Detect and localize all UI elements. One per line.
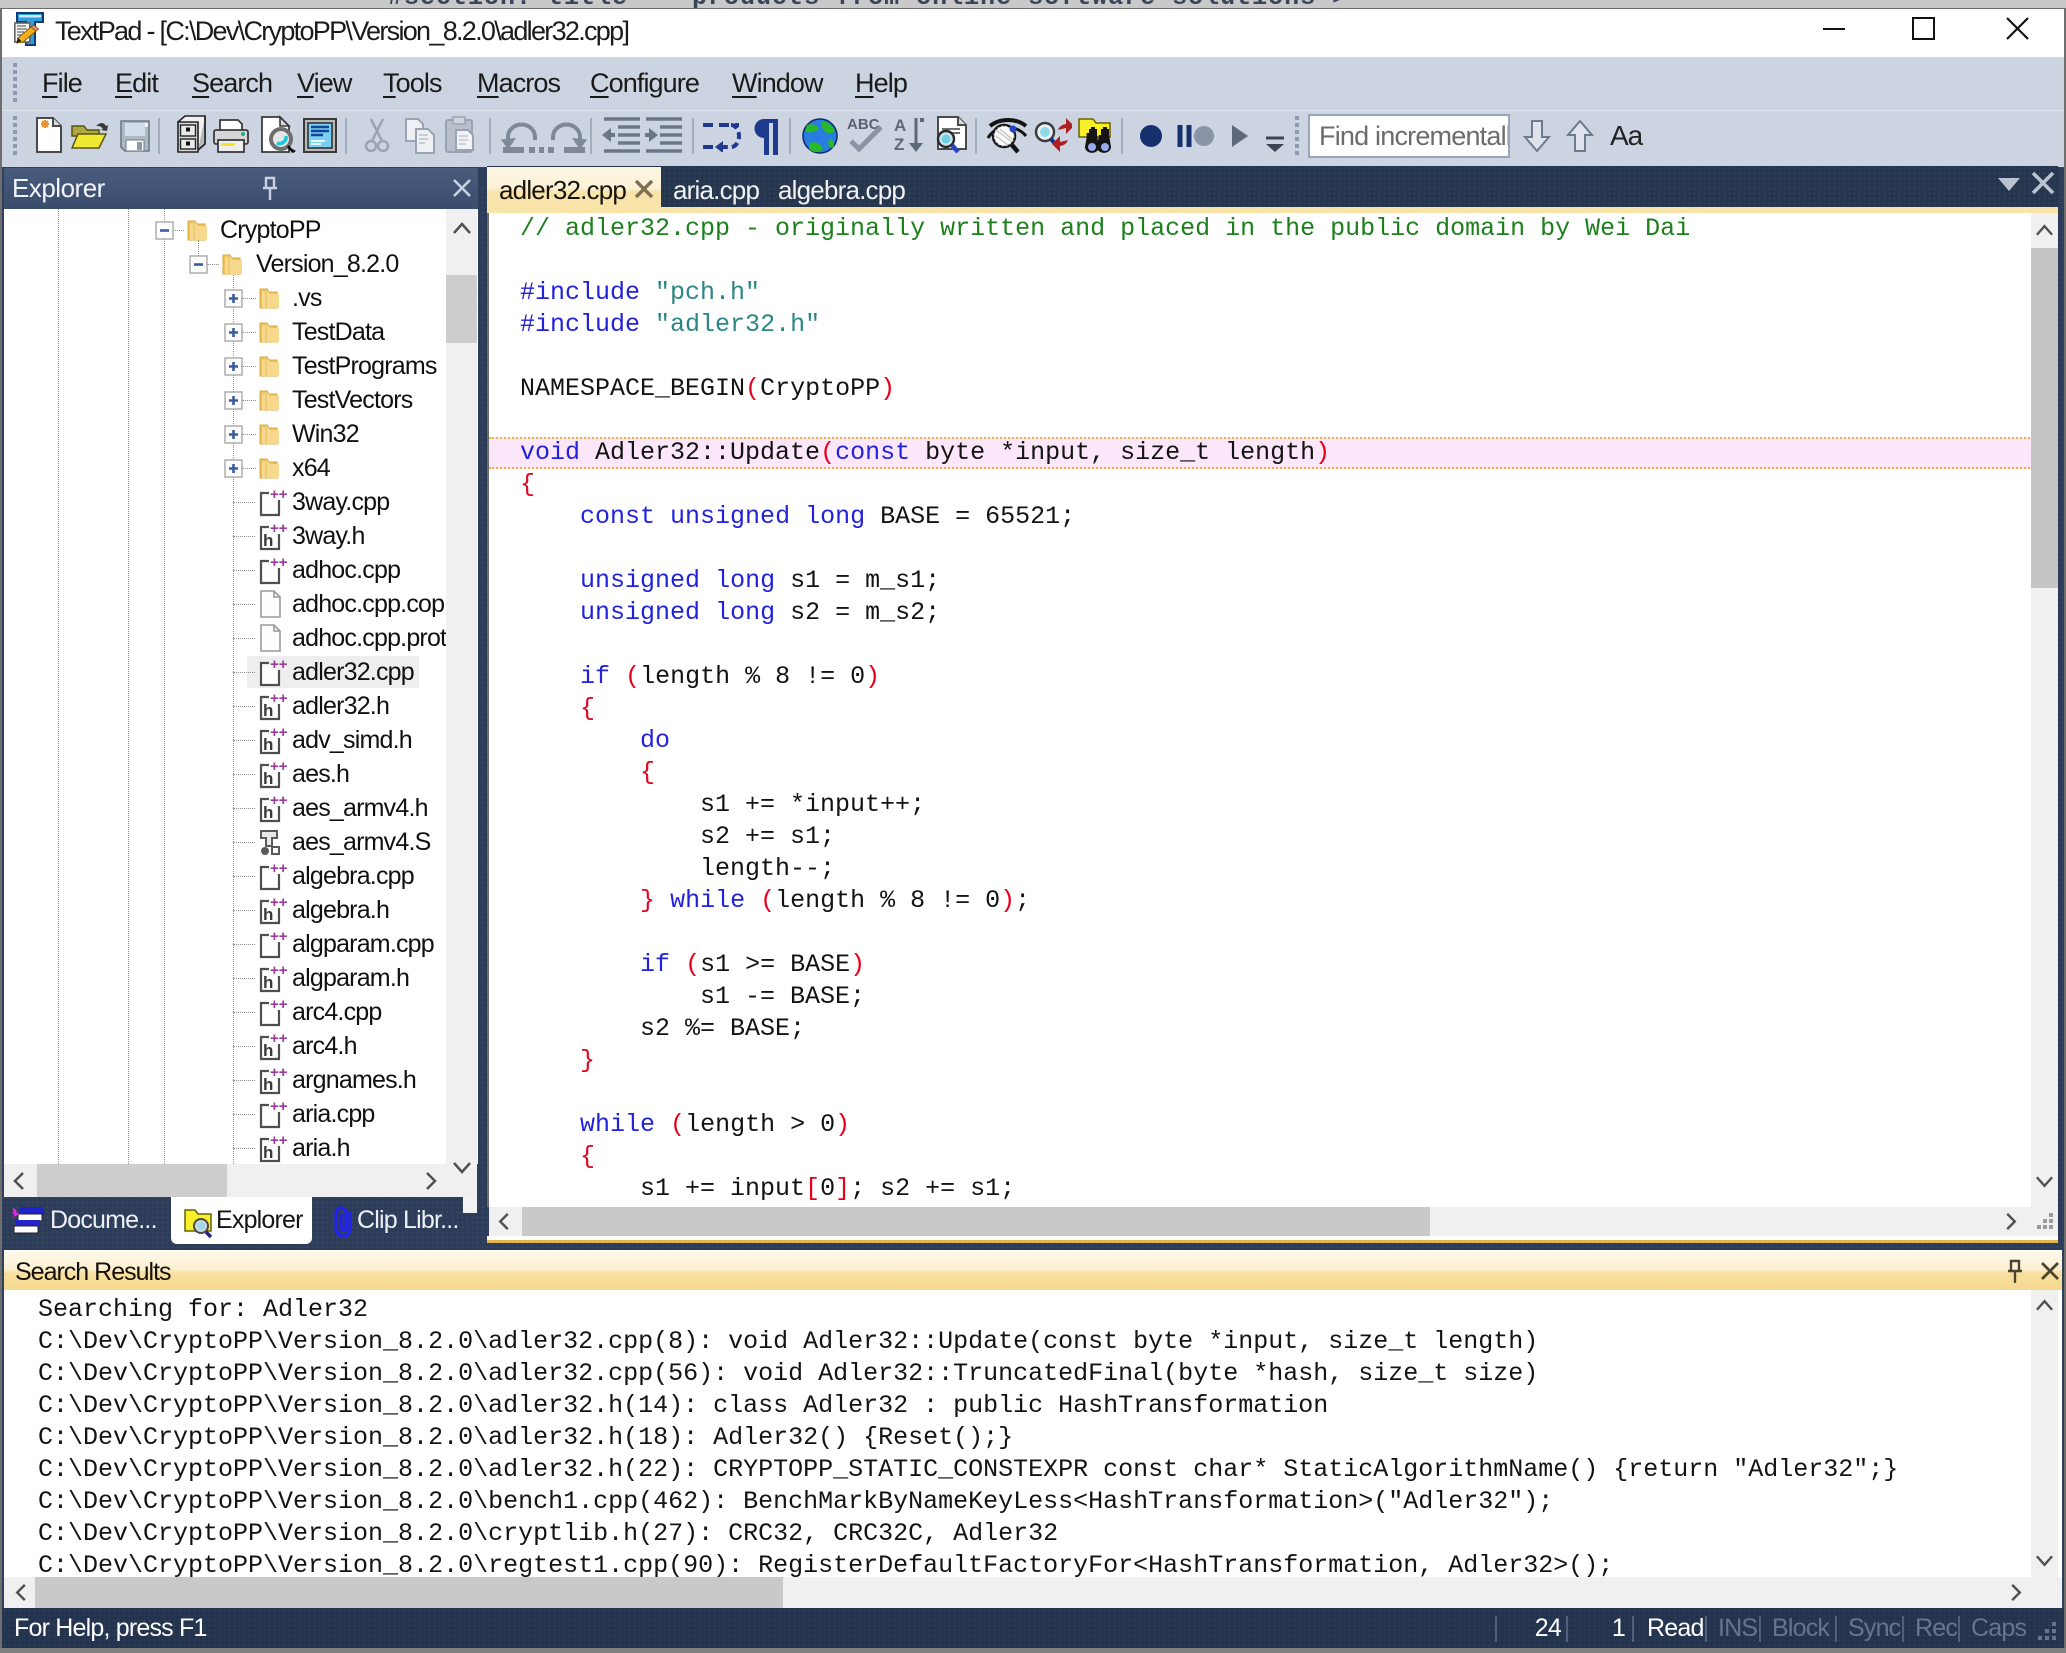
svg-text:++: ++ [270, 657, 287, 673]
svg-text:++: ++ [270, 521, 287, 537]
svg-text:++: ++ [270, 929, 287, 945]
svg-text:++: ++ [270, 725, 287, 741]
svg-text:++: ++ [270, 1031, 287, 1047]
svg-text:++: ++ [270, 555, 287, 571]
svg-text:++: ++ [270, 895, 287, 911]
svg-text:Z: Z [894, 135, 904, 154]
svg-text:++: ++ [270, 1065, 287, 1081]
svg-text:++: ++ [270, 861, 287, 877]
svg-text:++: ++ [270, 487, 287, 503]
svg-text:++: ++ [270, 793, 287, 809]
svg-text:++: ++ [270, 1133, 287, 1149]
svg-text:++: ++ [270, 1099, 287, 1115]
svg-text:A: A [894, 116, 906, 135]
svg-text:++: ++ [270, 759, 287, 775]
svg-text:++: ++ [270, 997, 287, 1013]
svg-text:++: ++ [270, 963, 287, 979]
svg-text:++: ++ [270, 691, 287, 707]
